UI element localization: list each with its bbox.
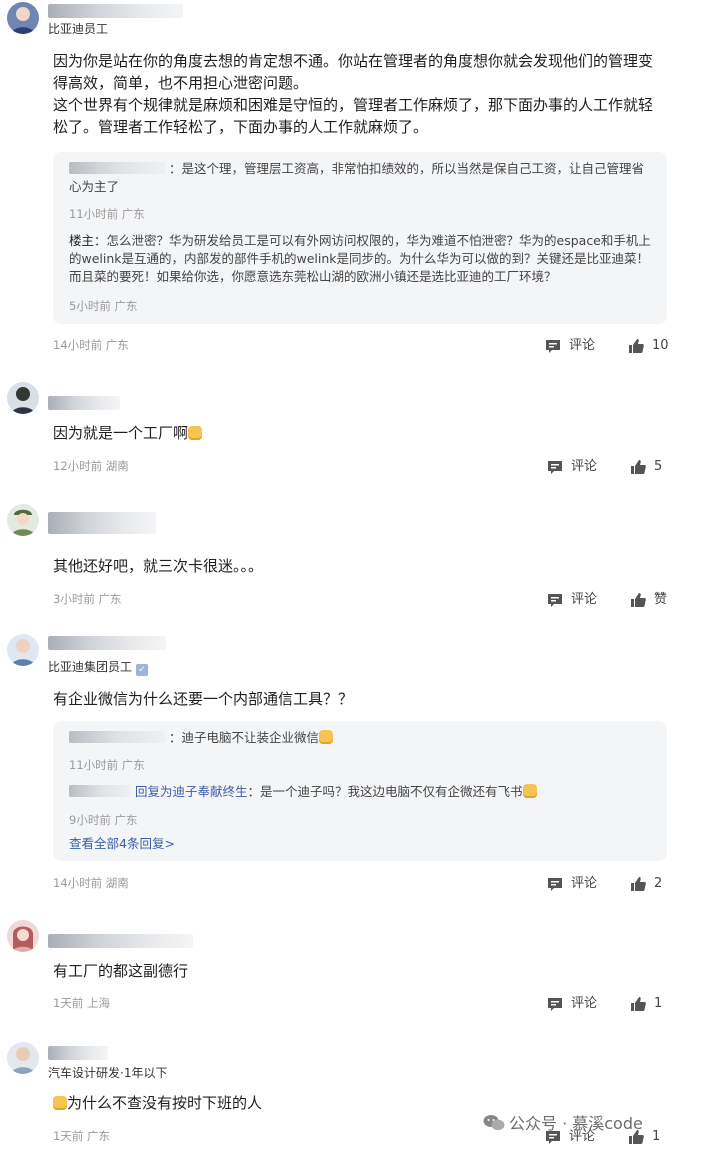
comment-footer: 3小时前 广东 评论 赞 [53, 591, 667, 609]
comment-text: 因为你是站在你的角度去想的肯定想不通。你站在管理者的角度想你就会发现他们的管理变… [53, 52, 654, 136]
thumbs-up-icon [631, 877, 646, 891]
emoji-icon [53, 1096, 67, 1110]
comment-time: 14小时前 湖南 [53, 876, 129, 890]
comment-text: 因为就是一个工厂啊 [53, 422, 666, 444]
user-tag: 汽车设计研发·1年以下 [48, 1066, 168, 1080]
verified-icon: ✓ [136, 664, 149, 676]
reply-author-blurred[interactable] [69, 785, 131, 797]
avatar[interactable] [7, 1042, 39, 1074]
reply-author-blurred[interactable] [69, 731, 165, 743]
emoji-icon [522, 784, 537, 798]
comment-text: 其他还好吧，就三次卡很迷。。。 [53, 557, 264, 575]
thumbs-up-icon [631, 593, 646, 607]
comment-text: 有工厂的都这副德行 [53, 962, 189, 980]
username-blurred[interactable] [48, 396, 120, 410]
username-blurred[interactable] [48, 512, 156, 534]
avatar[interactable] [7, 2, 39, 34]
reply-box: ：迪子电脑不让装企业微信 11小时前 广东 回复为迪子奉献终生：是一个迪子吗？我… [53, 721, 667, 861]
comment-button[interactable]: 评论 [545, 337, 605, 355]
comment-time: 1天前 上海 [53, 996, 110, 1010]
avatar[interactable] [7, 634, 39, 666]
comment-time: 1天前 广东 [53, 1129, 110, 1143]
username-blurred[interactable] [48, 934, 193, 948]
comment-icon [548, 594, 562, 607]
reply-to-link[interactable]: 回复为迪子奉献终生 [135, 784, 248, 799]
like-button[interactable]: 赞 [630, 591, 672, 609]
avatar[interactable] [7, 920, 39, 952]
comment-time: 14小时前 广东 [53, 338, 129, 352]
comment-icon [548, 461, 562, 474]
comment-icon [548, 878, 562, 891]
like-button[interactable]: 2 [630, 875, 670, 893]
user-tag: 比亚迪员工 [48, 22, 109, 36]
reply-box: ：是这个理，管理层工资高，非常怕扣绩效的，所以当然是保自己工资，让自己管理省心为… [53, 152, 667, 324]
user-tag: 比亚迪集团员工 ✓ [48, 658, 149, 676]
thumbs-up-icon [631, 997, 646, 1011]
reply-1: ：是这个理，管理层工资高，非常怕扣绩效的，所以当然是保自己工资，让自己管理省心为… [69, 161, 645, 194]
avatar[interactable] [7, 382, 39, 414]
comment-icon [548, 998, 562, 1011]
username-blurred[interactable] [48, 1046, 108, 1060]
reply-1: ：迪子电脑不让装企业微信 [69, 729, 651, 747]
comment-footer: 1天前 上海 评论 1 [53, 995, 667, 1013]
comment-button[interactable]: 评论 [547, 875, 607, 893]
comment-button[interactable]: 评论 [547, 995, 607, 1013]
comment-footer: 14小时前 湖南 评论 2 [53, 875, 667, 893]
thumbs-up-icon [629, 339, 644, 353]
wechat-icon [483, 1115, 505, 1131]
reply-author[interactable]: 楼主 [69, 233, 94, 248]
comment-text: 有企业微信为什么还要一个内部通信工具？？ [53, 690, 354, 708]
emoji-icon [319, 730, 334, 744]
comment-button[interactable]: 评论 [547, 458, 607, 476]
thumbs-up-icon [631, 460, 646, 474]
like-button[interactable]: 1 [630, 995, 670, 1013]
reply-2: 回复为迪子奉献终生：是一个迪子吗？我这边电脑不仅有企微还有飞书 [69, 783, 651, 801]
reply-meta: 11小时前 广东 [69, 758, 145, 772]
comment-footer: 14小时前 广东 评论 10 [53, 337, 669, 355]
avatar[interactable] [7, 504, 39, 536]
comment-time: 3小时前 广东 [53, 592, 122, 606]
reply-author-blurred[interactable] [69, 162, 165, 174]
username-blurred[interactable] [48, 636, 166, 650]
watermark: 公众号 · 慕溪code [483, 1110, 643, 1134]
reply-meta: 11小时前 广东 [69, 207, 145, 221]
view-all-replies-link[interactable]: 查看全部4条回复> [69, 833, 175, 852]
comment-time: 12小时前 湖南 [53, 459, 129, 473]
like-button[interactable]: 10 [628, 337, 673, 355]
comment-button[interactable]: 评论 [547, 591, 607, 609]
reply-2: 楼主：怎么泄密？华为研发给员工是可以有外网访问权限的，华为难道不怕泄密？华为的e… [69, 233, 651, 284]
comment-footer: 12小时前 湖南 评论 5 [53, 458, 667, 476]
reply-meta: 9小时前 广东 [69, 813, 138, 827]
username-blurred[interactable] [48, 4, 183, 18]
emoji-icon [188, 426, 203, 440]
comment-icon [546, 340, 560, 353]
reply-meta: 5小时前 广东 [69, 299, 138, 313]
like-button[interactable]: 5 [630, 458, 670, 476]
